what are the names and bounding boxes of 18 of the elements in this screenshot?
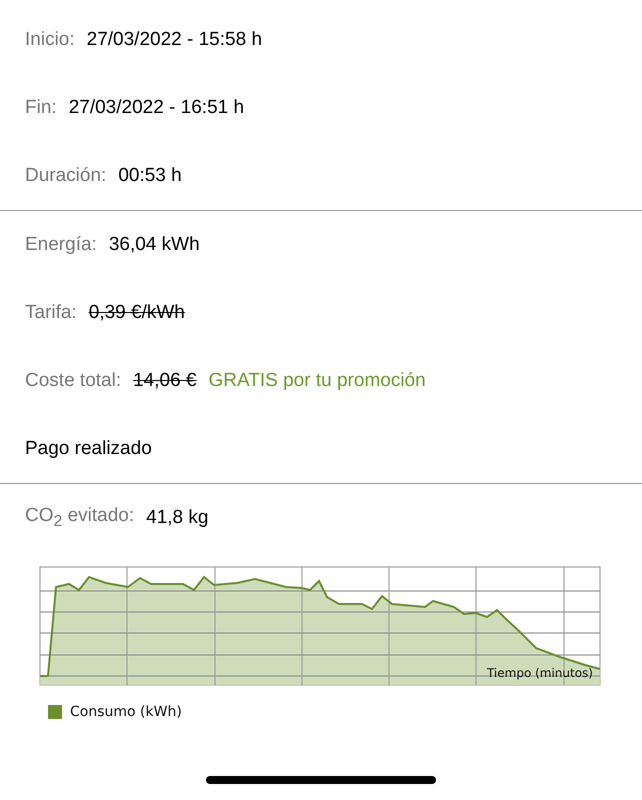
field-label: Energía: — [25, 234, 97, 256]
field-value: 27/03/2022 - 16:51 h — [68, 97, 244, 119]
axis-label: Tiempo (minutos) — [486, 666, 593, 680]
field-label: Tarifa: — [25, 302, 77, 324]
field-label: Coste total: — [25, 370, 122, 392]
field-value: 0,39 €/kWh — [88, 302, 185, 324]
payment-status: Pago realizado — [25, 438, 152, 460]
field-value: 36,04 kWh — [108, 234, 200, 256]
field-value: 00:53 h — [118, 165, 182, 187]
field-value: 41,8 kg — [146, 507, 208, 529]
promo-note: GRATIS por tu promoción — [208, 370, 426, 392]
field-label: CO$_{2}$ evitado: — [25, 505, 134, 531]
field-label: Duración: — [25, 165, 106, 187]
field-value: 27/03/2022 - 15:58 h — [86, 29, 262, 51]
field-value: 14,06 € — [133, 370, 197, 392]
field-label: Inicio: — [25, 29, 75, 51]
field-label: Fin: — [25, 97, 57, 119]
legend-label: Consumo (kWh) — [70, 704, 182, 720]
